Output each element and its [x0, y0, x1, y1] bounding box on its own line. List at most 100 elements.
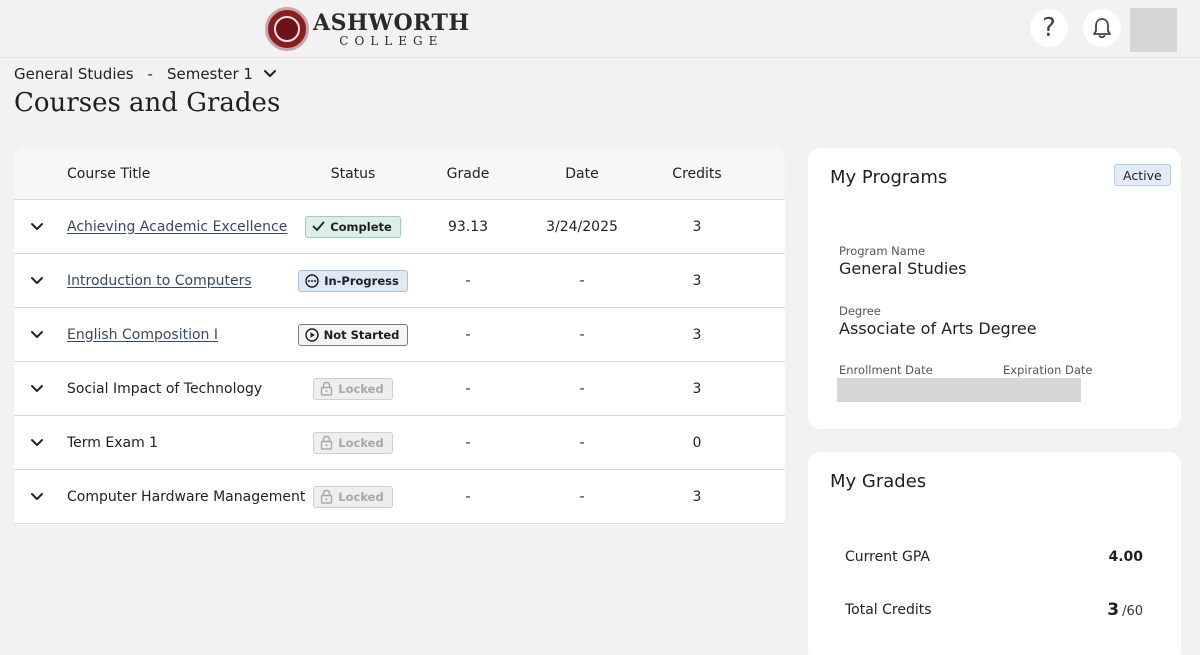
course-title: Computer Hardware Management	[67, 488, 306, 505]
credits-value: 3	[692, 326, 702, 343]
lock-icon	[320, 381, 333, 396]
date-value: 3/24/2025	[546, 218, 618, 235]
date-value: -	[579, 434, 585, 451]
my-grades-card: My Grades Current GPA 4.00 Total Credits…	[808, 452, 1181, 655]
table-row: Term Exam 1 Locked - - 0	[14, 416, 785, 470]
college-seal-icon	[265, 7, 309, 51]
grade-value: -	[465, 326, 471, 343]
status-label: Locked	[338, 435, 384, 450]
expand-row-button[interactable]	[30, 416, 50, 469]
credits-value: 0	[692, 434, 702, 451]
course-title: Social Impact of Technology	[67, 380, 263, 397]
enrollment-dates-placeholder	[837, 378, 1081, 402]
credits-value: 3	[692, 272, 702, 289]
term-dropdown-button[interactable]	[263, 69, 277, 79]
my-programs-card: My Programs Active Program Name General …	[808, 148, 1181, 429]
user-avatar[interactable]	[1130, 8, 1177, 52]
current-gpa-value: 4.00	[1108, 549, 1143, 565]
table-row: English Composition I Not Started - - 3	[14, 308, 785, 362]
status-badge: Complete	[305, 215, 401, 238]
date-value: -	[579, 488, 585, 505]
chevron-down-icon	[31, 492, 43, 500]
enrollment-date-label: Enrollment Date	[839, 363, 933, 377]
grade-value: -	[465, 380, 471, 397]
expand-row-button[interactable]	[30, 362, 50, 415]
table-body: Achieving Academic Excellence Complete 93.…	[14, 200, 785, 524]
lock-icon	[320, 435, 333, 450]
table-row: Achieving Academic Excellence Complete 93.…	[14, 200, 785, 254]
status-badge: Not Started	[297, 323, 409, 346]
expiration-date-label: Expiration Date	[1003, 363, 1093, 377]
expand-row-button[interactable]	[30, 308, 50, 361]
status-badge: Locked	[313, 377, 393, 400]
credits-value: 3	[692, 380, 702, 397]
course-title[interactable]: English Composition I	[67, 327, 218, 343]
lock-icon	[320, 489, 333, 504]
play-circle-icon	[304, 327, 319, 342]
breadcrumb-term[interactable]: Semester 1	[167, 65, 253, 83]
page-title: Courses and Grades	[14, 88, 281, 118]
status-label: Locked	[338, 381, 384, 396]
status-badge: Locked	[313, 485, 393, 508]
course-title[interactable]: Introduction to Computers	[67, 273, 252, 289]
column-header-course-title: Course Title	[67, 165, 151, 182]
column-header-status: Status	[330, 165, 376, 182]
ellipsis-circle-icon	[305, 273, 319, 288]
chevron-down-icon	[31, 276, 43, 284]
chevron-down-icon	[31, 330, 43, 338]
course-title[interactable]: Achieving Academic Excellence	[67, 219, 287, 235]
bell-icon	[1093, 18, 1111, 39]
credits-required: /60	[1122, 604, 1143, 619]
breadcrumb: General Studies - Semester 1	[14, 65, 277, 83]
courses-table: Course Title Status Grade Date Credits A…	[14, 148, 785, 525]
ashworth-logo[interactable]: ASHWORTH COLLEGE	[265, 7, 470, 51]
table-row: Introduction to Computers In-Progress - - 3	[14, 254, 785, 308]
top-bar: ASHWORTH COLLEGE ?	[0, 0, 1200, 58]
chevron-down-icon	[31, 384, 43, 392]
help-button[interactable]: ?	[1030, 9, 1068, 47]
total-credits-value: 3 /60	[1107, 600, 1143, 620]
date-value: -	[579, 326, 585, 343]
expand-row-button[interactable]	[30, 254, 50, 307]
status-label: Complete	[330, 219, 392, 234]
credits-value: 3	[692, 488, 702, 505]
date-value: -	[579, 380, 585, 397]
breadcrumb-separator: -	[147, 65, 153, 83]
column-header-credits: Credits	[672, 165, 722, 182]
table-header: Course Title Status Grade Date Credits	[14, 148, 785, 200]
credits-value: 3	[692, 218, 702, 235]
table-row: Social Impact of Technology Locked - - 3	[14, 362, 785, 416]
program-name-label: Program Name	[839, 244, 926, 258]
column-header-grade: Grade	[446, 165, 490, 182]
grade-value: -	[465, 272, 471, 289]
status-label: In-Progress	[324, 273, 399, 288]
status-badge: Locked	[313, 431, 393, 454]
status-badge: In-Progress	[298, 269, 408, 292]
expand-row-button[interactable]	[30, 470, 50, 523]
notifications-button[interactable]	[1083, 9, 1121, 47]
grades-card-title: My Grades	[830, 471, 927, 492]
programs-card-title: My Programs	[830, 167, 948, 188]
degree-label: Degree	[839, 304, 881, 318]
grade-value: -	[465, 434, 471, 451]
date-value: -	[579, 272, 585, 289]
breadcrumb-program: General Studies	[14, 65, 134, 83]
chevron-down-icon	[31, 222, 43, 230]
logo-wordmark-bottom: COLLEGE	[339, 33, 444, 48]
program-name-value: General Studies	[839, 259, 967, 278]
check-icon	[312, 221, 325, 232]
grade-value: -	[465, 488, 471, 505]
status-label: Locked	[338, 489, 384, 504]
chevron-down-icon	[31, 438, 43, 446]
chevron-down-icon	[263, 70, 276, 77]
expand-row-button[interactable]	[30, 200, 50, 253]
degree-value: Associate of Arts Degree	[839, 319, 1037, 338]
total-credits-label: Total Credits	[845, 602, 932, 618]
current-gpa-label: Current GPA	[845, 549, 931, 565]
table-row: Computer Hardware Management Locked - - 3	[14, 470, 785, 524]
question-mark-icon: ?	[1042, 13, 1056, 43]
course-title: Term Exam 1	[67, 434, 159, 451]
column-header-date: Date	[565, 165, 599, 182]
logo-wordmark-top: ASHWORTH	[313, 9, 470, 36]
grade-value: 93.13	[447, 218, 489, 235]
